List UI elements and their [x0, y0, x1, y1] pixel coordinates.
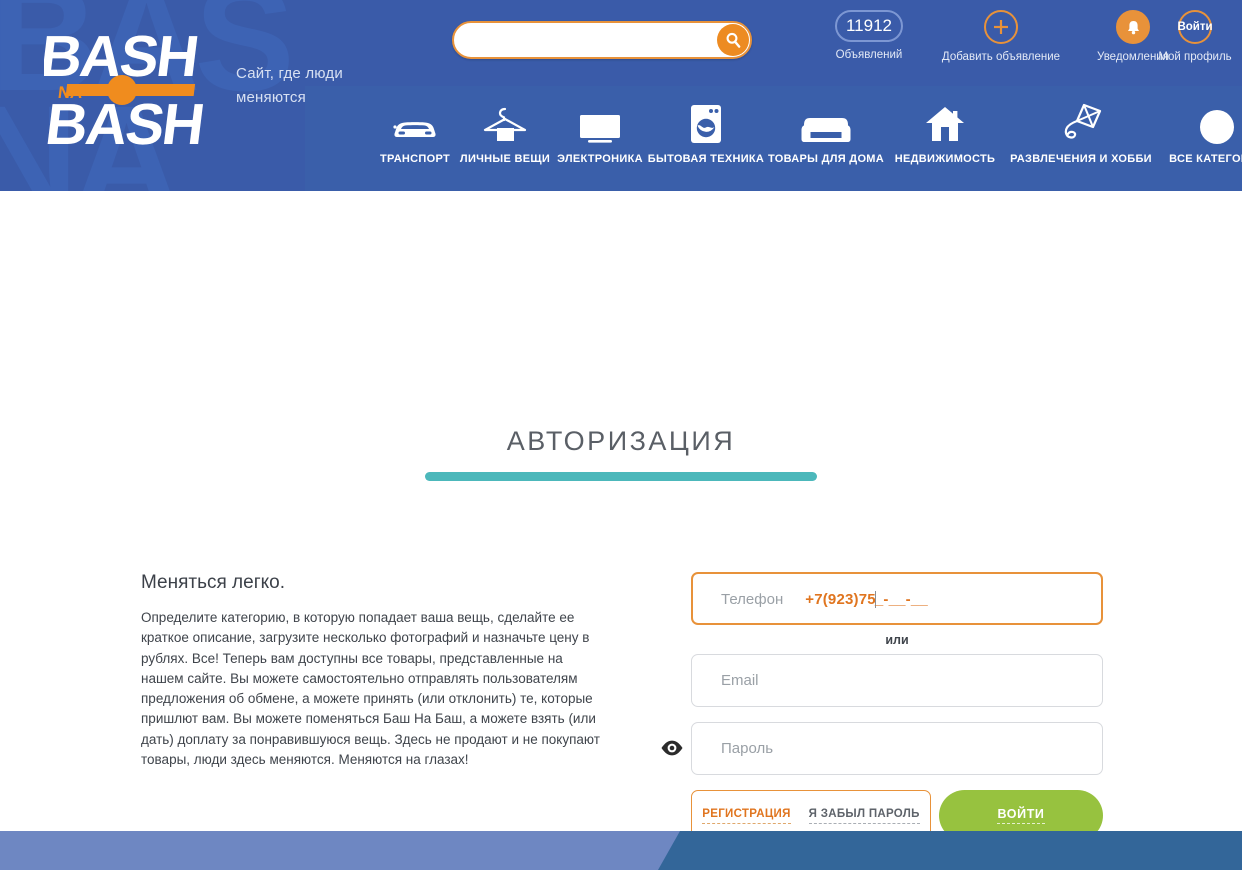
category-label: НЕДВИЖИМОСТЬ [894, 153, 996, 165]
site-header: BAS NA BASH BASH NA Сайт, где люди меняю… [0, 0, 1242, 191]
category-entertainment[interactable]: РАЗВЛЕЧЕНИЯ И ХОББИ [1003, 102, 1159, 165]
or-separator: или [885, 633, 909, 647]
car-icon [373, 102, 457, 144]
top-actions: 11912 Объявлений Добавить объявление Уве… [808, 10, 1242, 82]
email-field[interactable]: Email [691, 654, 1103, 707]
footer-left-shape [0, 831, 680, 870]
info-heading: Меняться легко. [141, 572, 286, 593]
bell-icon [1127, 20, 1139, 34]
plus-icon [994, 20, 1008, 34]
password-field[interactable]: Пароль [691, 722, 1103, 775]
svg-text:NA: NA [57, 83, 84, 102]
search-button[interactable] [717, 24, 749, 56]
category-personal-items[interactable]: ЛИЧНЫЕ ВЕЩИ [457, 102, 553, 165]
phone-label: Телефон [721, 591, 784, 608]
password-row: Пароль [661, 722, 1103, 775]
forgot-password-link[interactable]: Я ЗАБЫЛ ПАРОЛЬ [808, 808, 920, 824]
house-icon [887, 102, 1003, 144]
login-circle-label: Войти [1177, 21, 1213, 33]
plus-circle [984, 10, 1018, 44]
phone-mask: _-__-__ [874, 591, 928, 608]
category-label: БЫТОВАЯ ТЕХНИКА [647, 153, 765, 165]
tv-icon [553, 102, 647, 144]
ads-counter-label: Объявлений [835, 49, 903, 61]
password-placeholder: Пароль [721, 740, 774, 757]
site-footer [0, 831, 1242, 870]
toggle-password-visibility[interactable] [660, 736, 684, 760]
sofa-icon [765, 102, 887, 144]
profile-label: Мой профиль [1158, 51, 1232, 63]
site-logo[interactable]: BASH BASH NA [44, 28, 214, 150]
category-electronics[interactable]: ЭЛЕКТРОНИКА [553, 102, 647, 165]
auth-form: Телефон +7(923)75 _-__-__ или Email Парол… [661, 572, 1103, 870]
category-list: ТРАНСПОРТ ЛИЧНЫЕ ВЕЩИ ЭЛЕКТРОНИКА БЫТОВА… [305, 102, 1242, 186]
logo-graphic: BASH BASH NA [44, 28, 206, 150]
profile-button[interactable]: Войти Мой профиль [1150, 10, 1240, 63]
phone-value: +7(923)75 [805, 591, 876, 608]
category-appliances[interactable]: БЫТОВАЯ ТЕХНИКА [647, 102, 765, 165]
category-label: ТРАНСПОРТ [380, 153, 450, 165]
circle-icon [1159, 102, 1242, 144]
page-title: АВТОРИЗАЦИЯ [506, 426, 736, 456]
search-input[interactable] [468, 23, 718, 57]
info-body: Определите категорию, в которую попадает… [141, 610, 600, 768]
category-label: ВСЕ КАТЕГОРИИ [1169, 153, 1242, 165]
register-link[interactable]: РЕГИСТРАЦИЯ [702, 808, 791, 824]
bell-circle [1116, 10, 1150, 44]
eye-icon [661, 740, 683, 756]
category-label: ТОВАРЫ ДЛЯ ДОМА [767, 153, 885, 165]
washing-machine-icon [647, 102, 765, 144]
main-content: АВТОРИЗАЦИЯ Меняться легко. Определите к… [0, 191, 1242, 864]
category-transport[interactable]: ТРАНСПОРТ [373, 102, 457, 165]
category-home-goods[interactable]: ТОВАРЫ ДЛЯ ДОМА [765, 102, 887, 165]
category-all[interactable]: ВСЕ КАТЕГОРИИ [1159, 102, 1242, 165]
category-realty[interactable]: НЕДВИЖИМОСТЬ [887, 102, 1003, 165]
title-underline [425, 472, 817, 481]
phone-field[interactable]: Телефон +7(923)75 _-__-__ [691, 572, 1103, 625]
ads-count-badge: 11912 [835, 10, 903, 42]
login-circle-icon: Войти [1177, 10, 1213, 44]
login-submit-label: ВОЙТИ [997, 807, 1045, 824]
search-icon [726, 32, 740, 48]
category-label: ЭЛЕКТРОНИКА [557, 153, 643, 165]
email-placeholder: Email [721, 672, 759, 689]
hanger-icon [457, 102, 553, 144]
kite-icon [1003, 102, 1159, 144]
category-label: РАЗВЛЕЧЕНИЯ И ХОББИ [1010, 153, 1152, 165]
search-box[interactable] [452, 21, 752, 59]
info-block: Меняться легко. Определите категорию, в … [141, 572, 611, 770]
ads-counter[interactable]: 11912 Объявлений [814, 10, 924, 61]
category-label: ЛИЧНЫЕ ВЕЩИ [459, 153, 551, 165]
